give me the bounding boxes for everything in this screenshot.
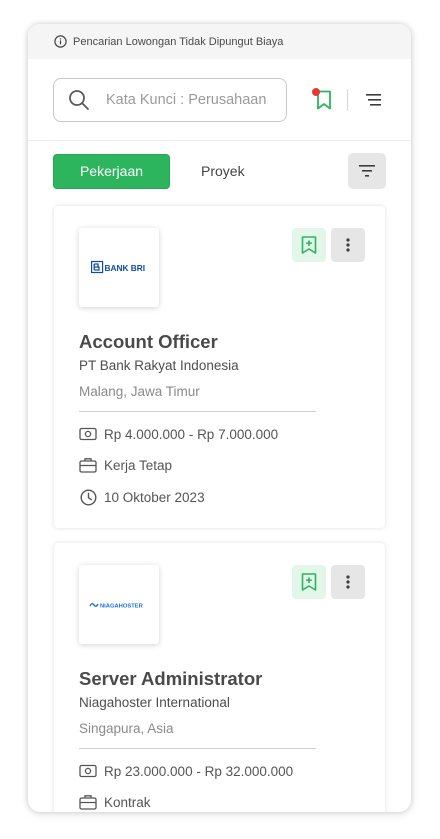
- job-title[interactable]: Account Officer: [79, 331, 218, 353]
- salary-row: Rp 23.000.000 - Rp 32.000.000: [79, 762, 293, 780]
- money-icon: [79, 425, 97, 443]
- card-divider: [79, 748, 316, 749]
- more-options-button[interactable]: [331, 228, 365, 262]
- tab-proyek[interactable]: Proyek: [201, 163, 245, 179]
- bookmark-add-icon: [301, 573, 317, 591]
- company-name: PT Bank Rakyat Indonesia: [79, 358, 239, 373]
- menu-button[interactable]: [362, 88, 386, 112]
- search-input[interactable]: [106, 91, 266, 108]
- more-vertical-icon: [346, 575, 350, 589]
- logo-text: BANK BRI: [105, 263, 146, 273]
- filter-icon: [359, 165, 375, 177]
- job-location: Malang, Jawa Timur: [79, 384, 200, 399]
- notice-text: Pencarian Lowongan Tidak Dipungut Biaya: [73, 35, 284, 48]
- employment-type-row: Kerja Tetap: [79, 456, 172, 474]
- saved-jobs-button[interactable]: [311, 87, 336, 112]
- bookmark-add-icon: [301, 236, 317, 254]
- job-title[interactable]: Server Administrator: [79, 668, 262, 690]
- job-card[interactable]: NIAGAHOSTER Server Administrator Niagaho…: [54, 543, 385, 812]
- filter-button[interactable]: [348, 153, 386, 189]
- menu-icon: [366, 93, 382, 106]
- salary-text: Rp 4.000.000 - Rp 7.000.000: [104, 426, 279, 442]
- info-icon: [54, 35, 67, 48]
- clock-icon: [79, 488, 97, 506]
- notice-bar: Pencarian Lowongan Tidak Dipungut Biaya: [28, 24, 411, 59]
- header-divider: [347, 88, 349, 111]
- card-divider: [79, 411, 316, 412]
- employment-type-text: Kerja Tetap: [104, 457, 173, 473]
- tab-pekerjaan[interactable]: Pekerjaan: [53, 153, 170, 189]
- more-options-button[interactable]: [331, 565, 365, 599]
- search-icon: [68, 89, 90, 111]
- job-card[interactable]: BANK BRI Account Officer PT Bank Rakyat …: [54, 206, 385, 528]
- search-box[interactable]: [53, 77, 287, 122]
- company-logo: NIAGAHOSTER: [79, 565, 159, 644]
- date-row: 10 Oktober 2023: [79, 488, 205, 506]
- notification-dot: [311, 87, 320, 96]
- money-icon: [79, 762, 97, 780]
- header: [28, 59, 411, 141]
- briefcase-icon: [79, 793, 97, 811]
- more-vertical-icon: [346, 238, 350, 252]
- save-job-button[interactable]: [292, 565, 326, 599]
- app-frame: Pencarian Lowongan Tidak Dipungut Biaya …: [28, 24, 411, 812]
- salary-text: Rp 23.000.000 - Rp 32.000.000: [104, 763, 294, 779]
- briefcase-icon: [79, 456, 97, 474]
- employment-type-row: Kontrak: [79, 793, 151, 811]
- salary-row: Rp 4.000.000 - Rp 7.000.000: [79, 425, 278, 443]
- job-location: Singapura, Asia: [79, 721, 174, 736]
- date-text: 10 Oktober 2023: [104, 489, 205, 505]
- save-job-button[interactable]: [292, 228, 326, 262]
- company-name: Niagahoster International: [79, 695, 230, 710]
- company-logo: BANK BRI: [79, 228, 159, 307]
- logo-text: NIAGAHOSTER: [100, 603, 144, 609]
- tab-bar: Pekerjaan Proyek: [28, 153, 411, 189]
- employment-type-text: Kontrak: [104, 794, 151, 810]
